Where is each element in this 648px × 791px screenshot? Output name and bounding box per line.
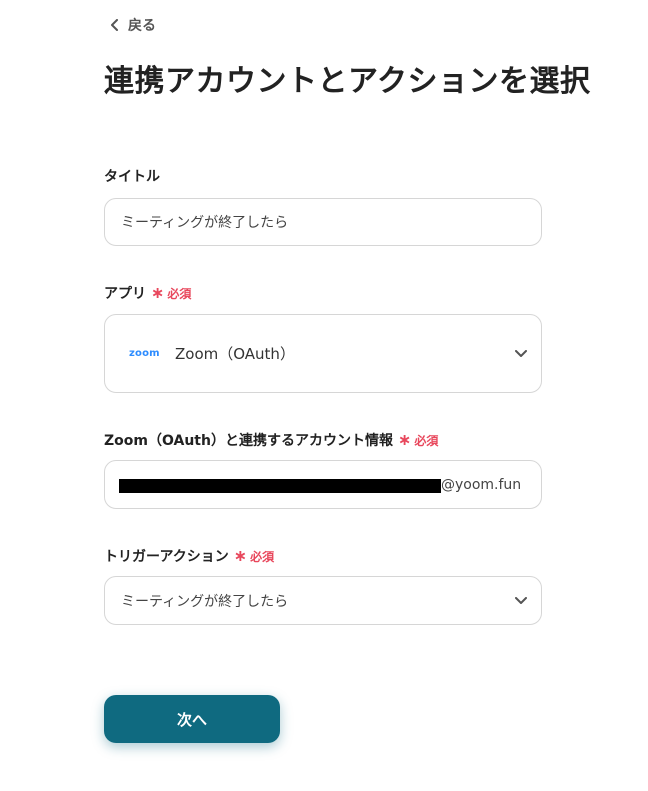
back-link[interactable]: 戻る [110, 15, 156, 35]
chevron-down-icon [515, 596, 527, 604]
app-label-text: アプリ [104, 286, 146, 302]
page-title: 連携アカウントとアクションを選択 [104, 64, 591, 99]
chevron-left-icon [111, 19, 118, 31]
required-asterisk-icon: ∗ [151, 283, 165, 302]
trigger-select-value: ミーティングが終了したら [121, 593, 289, 610]
account-label-text: Zoom（OAuth）と連携するアカウント情報 [104, 433, 393, 449]
title-field-label: タイトル [104, 166, 160, 186]
account-email-suffix: @yoom.fun [441, 476, 522, 493]
account-select[interactable]: @yoom.fun [104, 460, 542, 509]
required-badge: 必須 [167, 286, 192, 301]
trigger-select[interactable]: ミーティングが終了したら [104, 576, 542, 625]
account-field-label: Zoom（OAuth）と連携するアカウント情報 ∗ 必須 [104, 430, 438, 450]
title-input[interactable]: ミーティングが終了したら [104, 198, 542, 246]
trigger-label-text: トリガーアクション [104, 549, 229, 565]
app-select[interactable]: zoom Zoom（OAuth） [104, 314, 542, 393]
back-label: 戻る [128, 18, 156, 34]
zoom-logo-icon: zoom [129, 348, 160, 359]
trigger-field-label: トリガーアクション ∗ 必須 [104, 546, 274, 566]
title-label-text: タイトル [104, 169, 160, 185]
redacted-email-bar [119, 479, 441, 493]
required-asterisk-icon: ∗ [397, 430, 412, 449]
app-select-value: Zoom（OAuth） [175, 345, 295, 363]
next-button[interactable]: 次へ [104, 695, 280, 743]
required-badge: 必須 [250, 549, 275, 564]
chevron-down-icon [515, 349, 527, 357]
title-input-value: ミーティングが終了したら [121, 215, 289, 231]
required-asterisk-icon: ∗ [233, 546, 248, 565]
app-field-label: アプリ ∗ 必須 [104, 283, 191, 303]
required-badge: 必須 [414, 433, 439, 448]
